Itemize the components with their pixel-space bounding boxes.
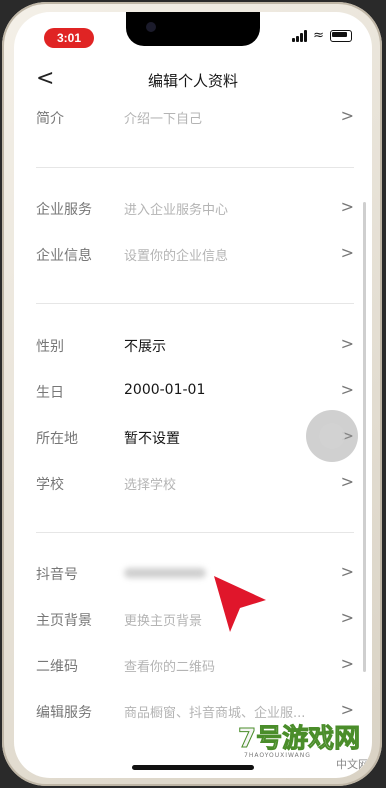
row-value: 选择学校 (124, 478, 177, 493)
watermark-sub: 7HAOYOUXIWANG (244, 752, 311, 759)
battery-icon (330, 30, 352, 42)
nav-bar: < 编辑个人资料 (14, 64, 372, 94)
chevron-right-icon: > (340, 472, 354, 491)
row-label: 性别 (36, 339, 64, 355)
status-time: 3:01 (44, 28, 94, 48)
row-school[interactable]: 学校 选择学校 > (36, 468, 354, 498)
divider (36, 303, 354, 304)
watermark-cn: 中文网 (336, 758, 369, 771)
row-label: 简介 (36, 111, 64, 127)
chevron-right-icon: > (340, 654, 354, 673)
row-value: 暂不设置 (124, 431, 180, 447)
scrollbar[interactable] (363, 202, 366, 672)
row-label: 抖音号 (36, 567, 78, 583)
row-value: 更换主页背景 (124, 614, 203, 629)
notch (126, 12, 260, 46)
page-title: 编辑个人资料 (147, 73, 238, 90)
row-bio[interactable]: 简介 介绍一下自己 > (36, 102, 354, 132)
row-value: 设置你的企业信息 (124, 249, 229, 264)
watermark-brand: 7号游戏网 (237, 724, 361, 755)
divider (36, 532, 354, 533)
row-label: 学校 (36, 477, 64, 493)
divider (36, 167, 354, 168)
chevron-right-icon: > (340, 334, 354, 353)
row-value: 不展示 (124, 339, 166, 355)
row-value: 查看你的二维码 (124, 660, 216, 675)
row-label: 所在地 (36, 431, 78, 447)
camera-icon (146, 22, 156, 32)
assistive-touch-button[interactable] (306, 410, 358, 462)
signal-icon (292, 30, 308, 42)
row-label: 编辑服务 (36, 705, 92, 721)
row-qr-code[interactable]: 二维码 查看你的二维码 > (36, 650, 354, 680)
row-enterprise-service[interactable]: 企业服务 进入企业服务中心 > (36, 193, 354, 223)
row-label: 二维码 (36, 659, 78, 675)
row-label: 企业服务 (36, 202, 92, 218)
row-value: 介绍一下自己 (124, 112, 203, 127)
row-value: 2000-01-01 (124, 382, 206, 398)
screen: 3:01 ≈ < 编辑个人资料 简介 介绍一下自己 > 企业服务 进入企业服务中… (14, 12, 372, 778)
phone-frame: 3:01 ≈ < 编辑个人资料 简介 介绍一下自己 > 企业服务 进入企业服务中… (2, 2, 382, 786)
pointer-arrow-icon (214, 576, 266, 632)
chevron-right-icon: > (340, 608, 354, 627)
chevron-right-icon: > (340, 243, 354, 262)
row-label: 主页背景 (36, 613, 92, 629)
chevron-right-icon: > (340, 197, 354, 216)
row-label: 企业信息 (36, 248, 92, 264)
chevron-right-icon: > (340, 106, 354, 125)
row-value: 进入企业服务中心 (124, 203, 229, 218)
home-indicator[interactable] (132, 765, 254, 770)
row-gender[interactable]: 性别 不展示 > (36, 330, 354, 360)
row-birthday[interactable]: 生日 2000-01-01 > (36, 376, 354, 406)
wifi-icon: ≈ (313, 28, 324, 43)
row-enterprise-info[interactable]: 企业信息 设置你的企业信息 > (36, 239, 354, 269)
watermark: 7号游戏网 7HAOYOUXIWANG 中文网 (224, 712, 372, 772)
status-icons: ≈ (292, 28, 352, 43)
chevron-right-icon: > (340, 380, 354, 399)
row-label: 生日 (36, 385, 64, 401)
chevron-right-icon: > (340, 562, 354, 581)
